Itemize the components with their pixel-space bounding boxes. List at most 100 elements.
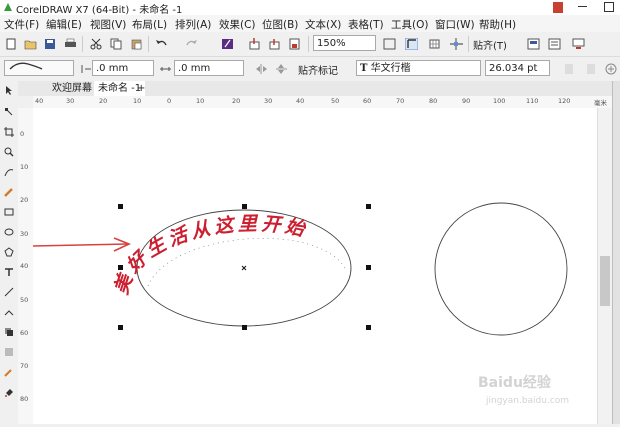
ellipse-tool-icon[interactable] (4, 227, 14, 237)
rectangle-tool-icon[interactable] (4, 207, 14, 217)
menu-help[interactable]: 帮助(H) (479, 17, 516, 32)
selection-handle-bottom-right[interactable] (366, 325, 371, 330)
interactive-fill-icon[interactable] (4, 387, 14, 397)
menu-effects[interactable]: 效果(C) (219, 17, 256, 32)
open-folder-icon[interactable] (24, 38, 37, 50)
center-marker (241, 265, 247, 271)
publish-pdf-icon[interactable] (288, 38, 301, 50)
selection-handle-left[interactable] (118, 265, 123, 270)
menu-file[interactable]: 文件(F) (4, 17, 39, 32)
italic-icon[interactable] (585, 63, 598, 75)
tab-welcome-screen[interactable]: 欢迎屏幕 (48, 81, 96, 96)
selection-handle-top[interactable] (242, 204, 247, 209)
new-document-icon[interactable] (5, 38, 18, 50)
vertical-scrollbar[interactable] (597, 108, 613, 424)
options-icon[interactable] (527, 38, 540, 50)
ruler-h-label: 10 (133, 97, 142, 105)
welcome-screen-icon[interactable] (572, 38, 585, 50)
show-grid-icon[interactable] (428, 38, 441, 50)
menu-tools[interactable]: 工具(O) (391, 17, 428, 32)
minimize-button[interactable] (578, 6, 587, 7)
menu-layout[interactable]: 布局(L) (132, 17, 167, 32)
color-eyedropper-icon[interactable] (4, 367, 14, 377)
new-tab-button[interactable]: + (133, 81, 149, 96)
vertical-ruler[interactable]: 0 10 20 30 40 50 60 70 80 (18, 108, 34, 424)
font-type-icon: T (360, 63, 368, 74)
transparency-tool-icon[interactable] (4, 347, 14, 357)
menu-edit[interactable]: 编辑(E) (46, 17, 82, 32)
ruler-h-label: 120 (558, 97, 571, 105)
full-screen-preview-icon[interactable] (383, 38, 396, 50)
cut-icon[interactable] (90, 38, 103, 50)
selection-handle-top-right[interactable] (366, 204, 371, 209)
menu-view[interactable]: 视图(V) (90, 17, 126, 32)
menu-table[interactable]: 表格(T) (348, 17, 384, 32)
toolbar-separator (82, 36, 83, 52)
pick-tool-icon[interactable] (4, 85, 14, 95)
ruler-unit-label: 毫米 (594, 99, 607, 107)
coreldraw-logo-icon (4, 3, 12, 11)
ruler-h-label: 90 (462, 97, 471, 105)
bold-icon[interactable] (563, 63, 576, 75)
add-icon[interactable] (605, 63, 618, 75)
zoom-level-select[interactable]: 150% (313, 35, 376, 51)
import-icon[interactable] (248, 38, 261, 50)
offset-input[interactable]: .0 mm (174, 60, 244, 76)
menu-text[interactable]: 文本(X) (305, 17, 341, 32)
ruler-v-label: 80 (20, 395, 29, 403)
menu-window[interactable]: 窗口(W) (435, 17, 475, 32)
paste-icon[interactable] (130, 38, 143, 50)
ruler-h-label: 0 (167, 97, 172, 105)
menu-bitmaps[interactable]: 位图(B) (262, 17, 298, 32)
mirror-horizontal-icon[interactable] (255, 63, 268, 75)
show-guidelines-icon[interactable] (450, 38, 463, 50)
application-launcher-icon[interactable] (548, 38, 561, 50)
scrollbar-thumb[interactable] (600, 256, 610, 306)
selection-handle-bottom[interactable] (242, 325, 247, 330)
save-icon[interactable] (44, 38, 57, 50)
undo-icon[interactable] (155, 38, 168, 50)
font-size-select[interactable]: 26.034 pt (485, 60, 550, 76)
zoom-tool-icon[interactable] (4, 147, 14, 157)
polygon-tool-icon[interactable] (4, 247, 14, 257)
redo-icon[interactable] (185, 38, 198, 50)
maximize-button[interactable] (604, 2, 614, 12)
drop-shadow-icon[interactable] (4, 327, 14, 337)
search-content-icon[interactable] (221, 38, 234, 50)
snap-to-dropdown[interactable]: 贴齐(T) (473, 37, 507, 52)
toolbar-separator (308, 36, 309, 52)
print-icon[interactable] (64, 38, 77, 50)
circle-shape[interactable] (434, 202, 568, 336)
user-avatar[interactable] (553, 2, 563, 13)
document-tabs: 欢迎屏幕 未命名 -1 + (18, 81, 620, 96)
red-arrow (32, 237, 132, 252)
text-path-preset-icon (9, 62, 43, 70)
menu-arrange[interactable]: 排列(A) (175, 17, 211, 32)
artistic-media-icon[interactable] (4, 187, 14, 197)
docker-panel-strip[interactable] (612, 81, 620, 424)
parallel-dimension-icon[interactable] (4, 287, 14, 297)
freehand-tool-icon[interactable] (4, 167, 14, 177)
copy-icon[interactable] (110, 38, 123, 50)
snap-marks-dropdown[interactable]: 贴齐标记 (298, 62, 338, 77)
ruler-v-label: 70 (20, 362, 29, 370)
crop-tool-icon[interactable] (4, 127, 14, 137)
export-icon[interactable] (268, 38, 281, 50)
ruler-h-label: 30 (66, 97, 75, 105)
selection-handle-right[interactable] (366, 265, 371, 270)
text-tool-icon[interactable] (4, 267, 14, 277)
text-path-preset-select[interactable] (4, 60, 74, 76)
mirror-vertical-icon[interactable] (275, 63, 288, 75)
arc-text[interactable]: 美好生活从这里开始 (110, 213, 310, 297)
font-family-select[interactable]: T 华文行楷 (356, 60, 481, 76)
connector-tool-icon[interactable] (4, 307, 14, 317)
ruler-v-label: 10 (20, 163, 29, 171)
selection-handle-top-left[interactable] (118, 204, 123, 209)
ruler-h-label: 80 (429, 97, 438, 105)
shape-tool-icon[interactable] (4, 107, 14, 117)
selection-handle-bottom-left[interactable] (118, 325, 123, 330)
standard-toolbar: 150% 贴齐(T) (0, 32, 620, 79)
window-title: CorelDRAW X7 (64-Bit) - 未命名 -1 (16, 5, 183, 16)
distance-from-path-input[interactable]: .0 mm (92, 60, 154, 76)
show-rulers-icon[interactable] (405, 38, 418, 50)
